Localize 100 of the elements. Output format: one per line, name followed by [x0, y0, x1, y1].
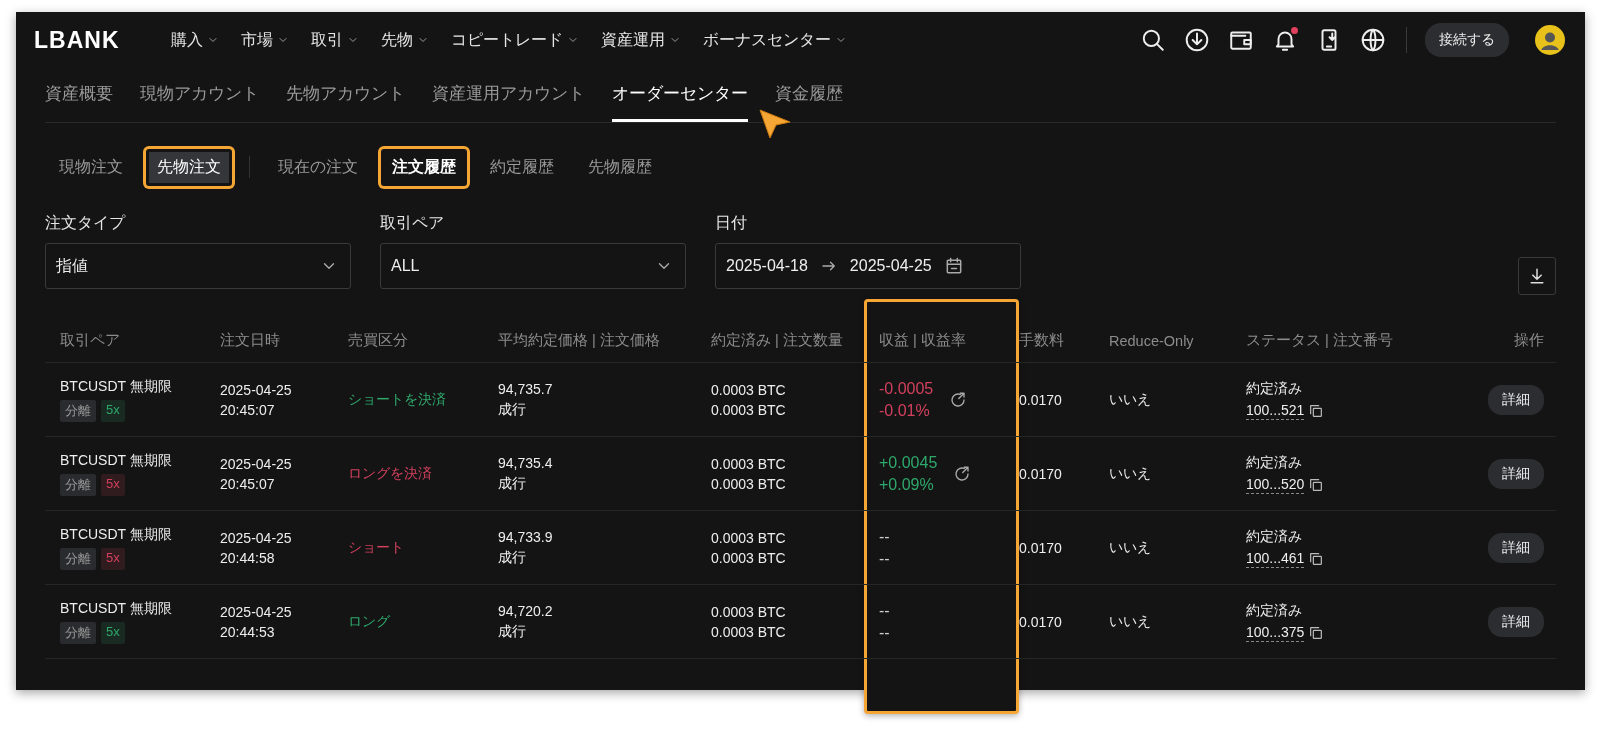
order-status: 約定済み: [1246, 453, 1303, 472]
leverage-badge: 5x: [101, 399, 125, 422]
profit-value: +0.0045: [879, 453, 938, 472]
details-button[interactable]: 詳細: [1488, 532, 1544, 563]
column-header: 約定済み | 注文数量: [711, 331, 844, 350]
margin-mode-badge: 分離: [60, 547, 96, 570]
column-header: 取引ペア: [60, 331, 121, 350]
column-header: 操作: [1514, 331, 1544, 350]
filter-label: 注文タイプ: [45, 213, 127, 233]
details-button[interactable]: 詳細: [1488, 606, 1544, 637]
end-date: 2025-04-25: [849, 257, 932, 275]
profit-rate: --: [879, 623, 890, 642]
order-time: 20:44:53: [220, 623, 276, 640]
reduce-only-value: いいえ: [1109, 464, 1152, 483]
pair-name: BTCUSDT 無期限: [60, 599, 173, 618]
margin-mode-badge: 分離: [60, 473, 96, 496]
account-tab[interactable]: 資産概要: [45, 68, 113, 122]
order-date: 2025-04-25: [220, 381, 293, 398]
copy-icon: [1308, 476, 1325, 493]
pair-name: BTCUSDT 無期限: [60, 525, 173, 544]
fee: 0.0170: [1019, 539, 1063, 556]
reduce-only-value: いいえ: [1109, 390, 1152, 409]
profit-value: --: [879, 527, 890, 546]
selected-value: ALL: [391, 257, 420, 275]
download-icon: [1527, 266, 1547, 286]
fee: 0.0170: [1019, 613, 1063, 630]
average-price: 94,735.7: [498, 380, 554, 397]
order-date: 2025-04-25: [220, 529, 293, 546]
order-quantity: 0.0003 BTC: [711, 549, 787, 566]
filter-label: 取引ペア: [380, 213, 445, 233]
order-side: ロング: [348, 612, 391, 631]
nav-menu-item[interactable]: ボーナスセンター: [691, 29, 858, 51]
order-type-tab[interactable]: 現物注文: [45, 145, 137, 189]
account-tab[interactable]: 現物アカウント: [140, 68, 259, 122]
order-time: 20:45:07: [220, 401, 276, 418]
column-header: 平均約定価格 | 注文価格: [498, 331, 661, 350]
date-range-field[interactable]: 2025-04-18 2025-04-25: [715, 243, 1021, 289]
order-date: 2025-04-25: [220, 603, 293, 620]
reduce-only-value: いいえ: [1109, 612, 1152, 631]
order-time: 20:45:07: [220, 475, 276, 492]
history-tab[interactable]: 先物履歴: [574, 145, 666, 189]
column-header: ステータス | 注文番号: [1246, 331, 1394, 350]
history-tab[interactable]: 注文履歴: [378, 145, 470, 189]
average-price: 94,720.2: [498, 602, 554, 619]
order-side: ショートを決済: [348, 390, 447, 409]
order-price: 成行: [498, 548, 527, 567]
nav-menu-item[interactable]: 先物: [369, 29, 440, 51]
history-tab[interactable]: 現在の注文: [264, 145, 372, 189]
search-icon: [1140, 27, 1166, 53]
filled-amount: 0.0003 BTC: [711, 603, 787, 620]
order-type-tab[interactable]: 先物注文: [143, 145, 235, 189]
copy-icon: [1308, 402, 1325, 419]
order-price: 成行: [498, 622, 527, 641]
nav-menu-item[interactable]: 購入: [159, 29, 230, 51]
fee: 0.0170: [1019, 391, 1063, 408]
account-tab[interactable]: 資金履歴: [775, 68, 843, 122]
account-tab[interactable]: 先物アカウント: [286, 68, 405, 122]
order-side: ロングを決済: [348, 464, 433, 483]
profit-rate: +0.09%: [879, 475, 935, 494]
dropdown-field[interactable]: ALL: [380, 243, 686, 289]
avatar-icon[interactable]: [1535, 25, 1565, 55]
nav-menu-item[interactable]: コピートレード: [439, 29, 590, 51]
order-number[interactable]: 100...461: [1246, 549, 1305, 568]
order-number[interactable]: 100...375: [1246, 623, 1305, 642]
order-price: 成行: [498, 400, 527, 419]
leverage-badge: 5x: [101, 621, 125, 644]
order-price: 成行: [498, 474, 527, 493]
profit-rate: --: [879, 549, 890, 568]
account-tab[interactable]: 資産運用アカウント: [432, 68, 585, 122]
filled-amount: 0.0003 BTC: [711, 529, 787, 546]
nav-menu-item[interactable]: 資産運用: [589, 29, 692, 51]
pair-name: BTCUSDT 無期限: [60, 451, 173, 470]
order-status: 約定済み: [1246, 379, 1303, 398]
leverage-badge: 5x: [101, 547, 125, 570]
order-number[interactable]: 100...520: [1246, 475, 1305, 494]
details-button[interactable]: 詳細: [1488, 384, 1544, 415]
details-button[interactable]: 詳細: [1488, 458, 1544, 489]
lbank-logo: LBANK: [34, 26, 120, 54]
filled-amount: 0.0003 BTC: [711, 381, 787, 398]
profit-rate: -0.01%: [879, 401, 931, 420]
column-header: 注文日時: [220, 331, 281, 350]
dropdown-field[interactable]: 指値: [45, 243, 351, 289]
account-tab[interactable]: オーダーセンター: [612, 68, 748, 122]
order-number[interactable]: 100...521: [1246, 401, 1305, 420]
start-date: 2025-04-18: [726, 257, 808, 275]
pair-name: BTCUSDT 無期限: [60, 377, 173, 396]
history-tab[interactable]: 約定履歴: [476, 145, 568, 189]
export-button[interactable]: [1518, 257, 1556, 295]
margin-mode-badge: 分離: [60, 621, 96, 644]
connect-button[interactable]: 接続する: [1425, 23, 1509, 57]
average-price: 94,733.9: [498, 528, 554, 545]
order-side: ショート: [348, 538, 405, 557]
profit-value: -0.0005: [879, 379, 934, 398]
selected-value: 指値: [56, 255, 88, 276]
fee: 0.0170: [1019, 465, 1063, 482]
nav-menu-item[interactable]: 取引: [299, 29, 370, 51]
order-time: 20:44:58: [220, 549, 276, 566]
filled-amount: 0.0003 BTC: [711, 455, 787, 472]
globe-icon: [1360, 27, 1386, 53]
nav-menu-item[interactable]: 市場: [229, 29, 300, 51]
